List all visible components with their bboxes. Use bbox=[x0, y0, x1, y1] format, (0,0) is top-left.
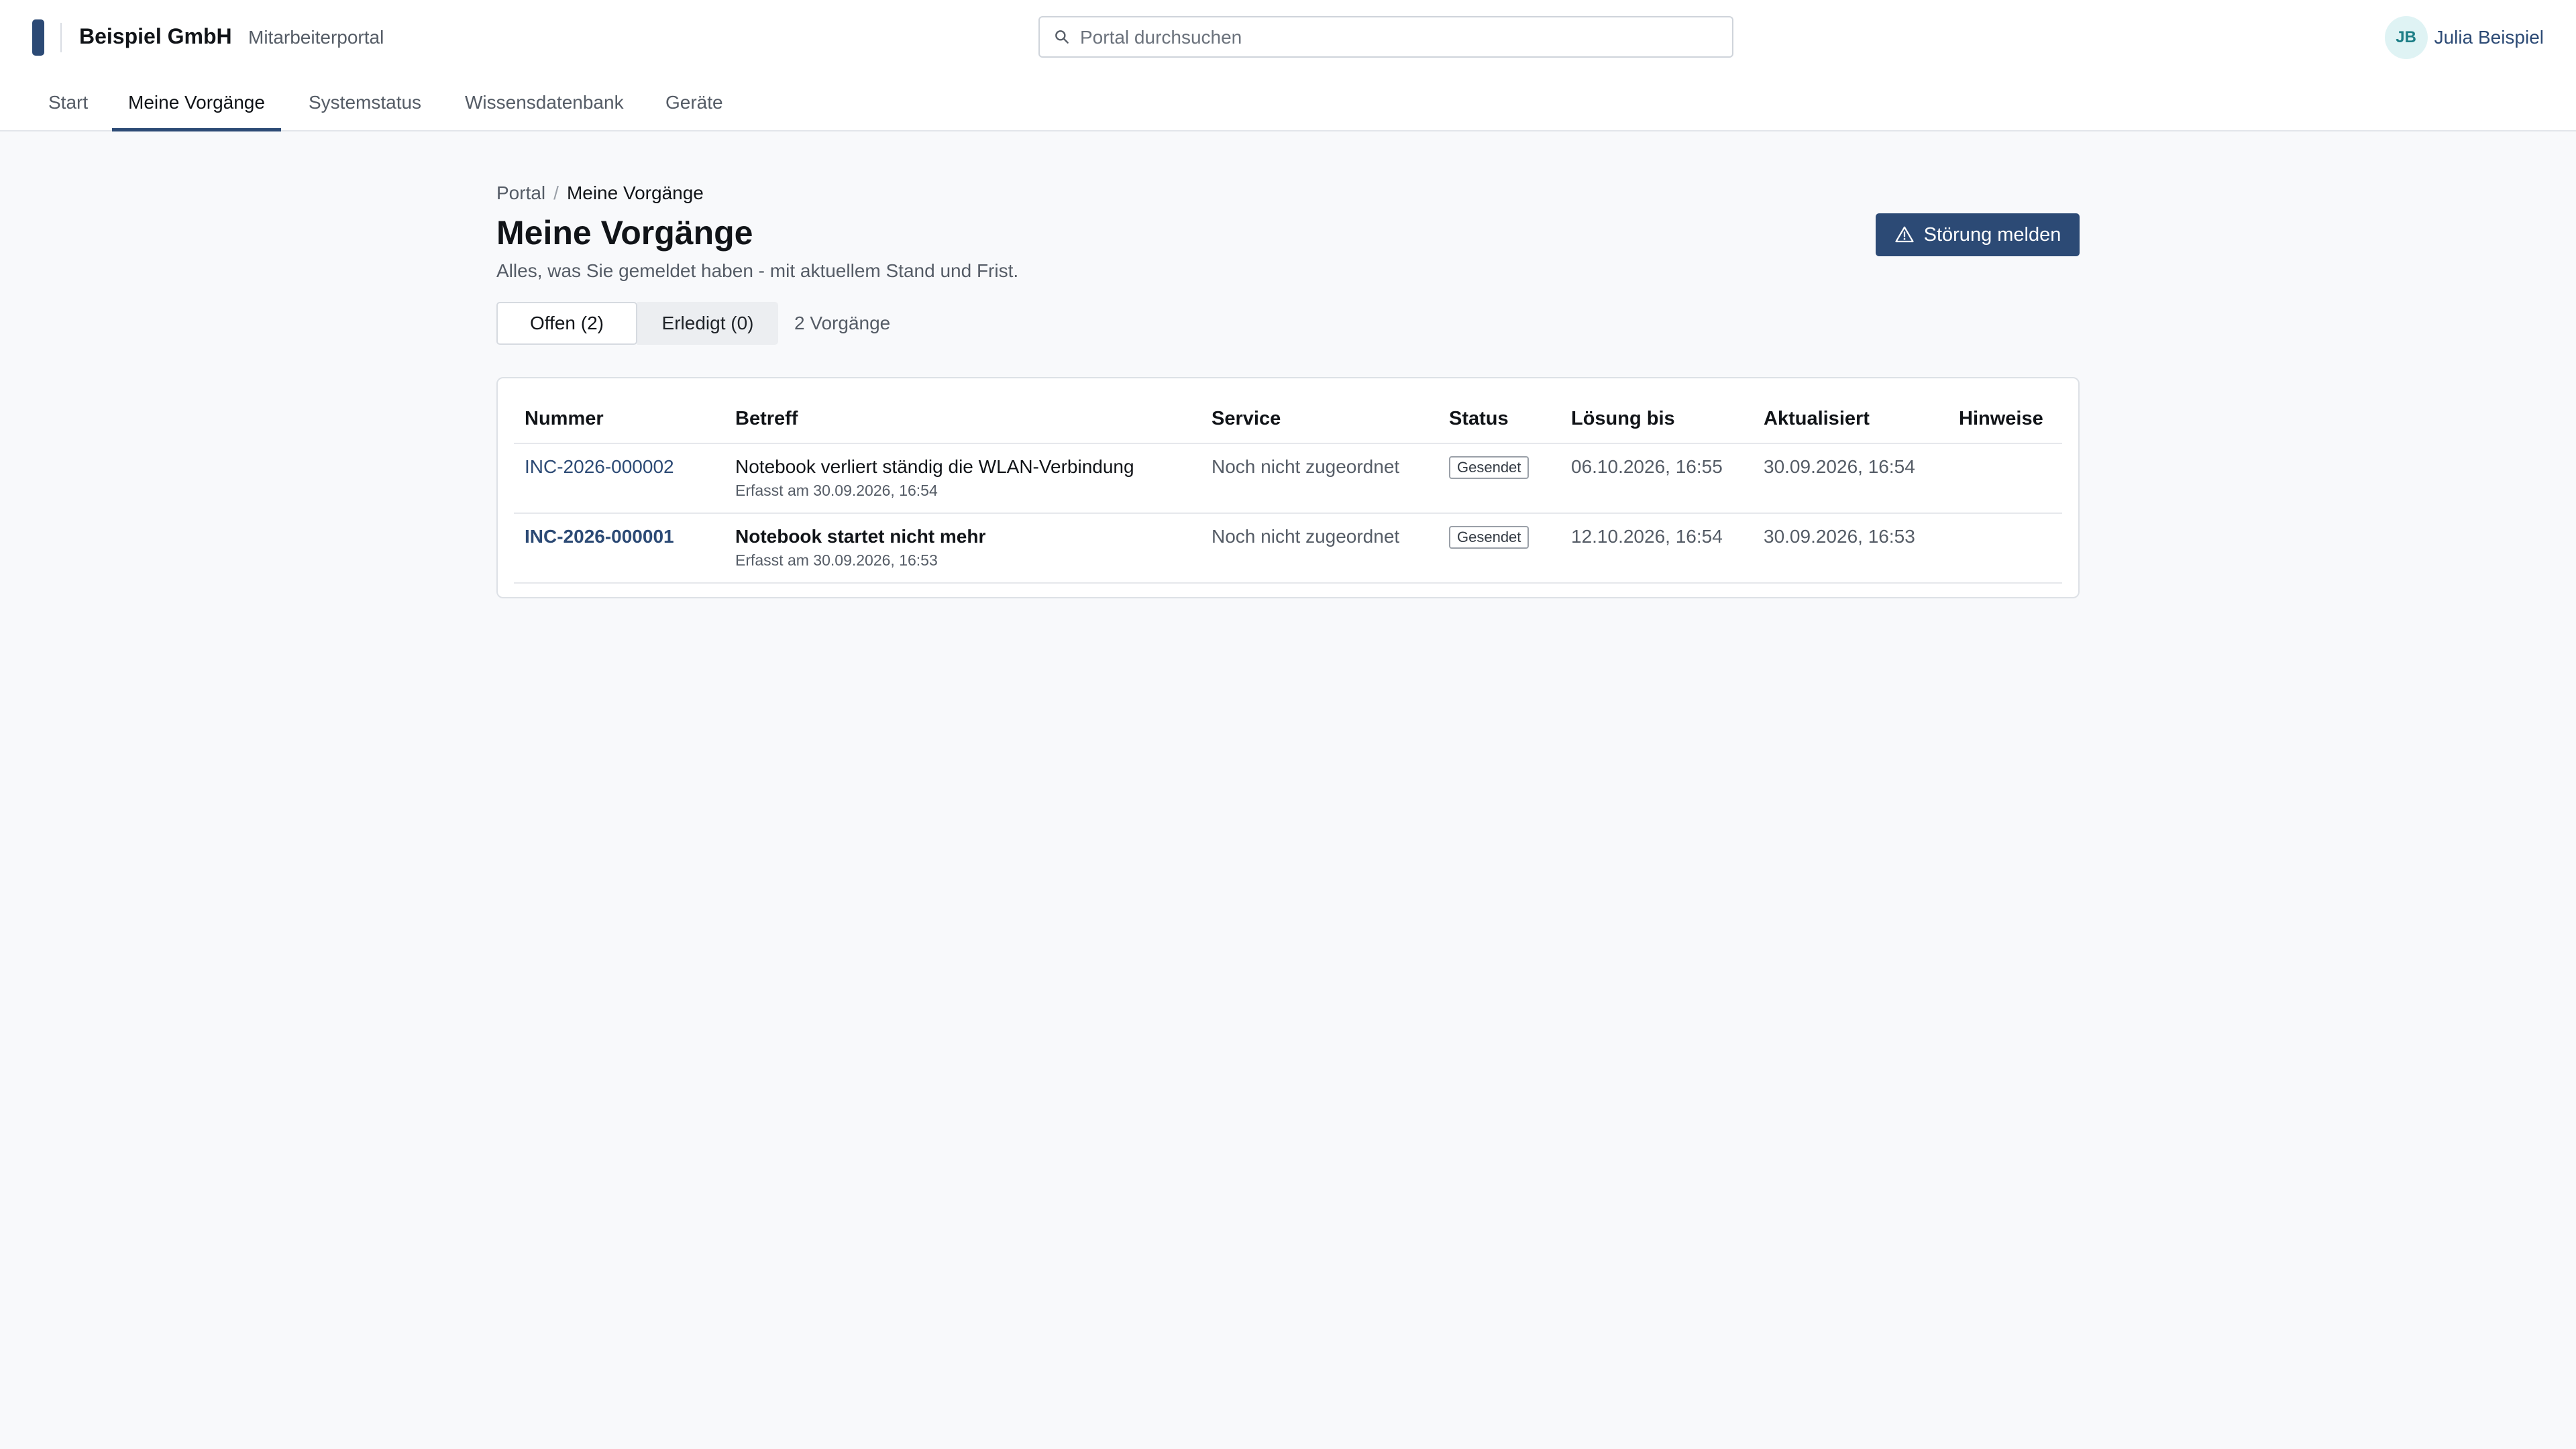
nav-item-systemstatus[interactable]: Systemstatus bbox=[309, 75, 421, 130]
breadcrumb-root[interactable]: Portal bbox=[496, 182, 545, 203]
column-header-loesung-bis[interactable]: Lösung bis bbox=[1571, 408, 1675, 430]
avatar[interactable]: JB bbox=[2384, 16, 2428, 59]
status-badge: Gesendet bbox=[1449, 456, 1529, 479]
nav-item-meine-vorgaenge[interactable]: Meine Vorgänge bbox=[112, 75, 281, 131]
nav-item-start[interactable]: Start bbox=[48, 75, 88, 130]
tab-done[interactable]: Erledigt (0) bbox=[637, 302, 778, 345]
user-menu[interactable]: JB Julia Beispiel bbox=[2384, 16, 2544, 59]
brand-divider bbox=[60, 23, 62, 52]
portal-name: Mitarbeiterportal bbox=[248, 27, 384, 48]
column-header-status[interactable]: Status bbox=[1449, 408, 1509, 430]
company-name[interactable]: Beispiel GmbH bbox=[79, 24, 232, 49]
warning-icon bbox=[1895, 226, 1914, 243]
table-row[interactable]: INC-2026-000001 Notebook startet nicht m… bbox=[498, 514, 2078, 582]
ticket-service: Noch nicht zugeordnet bbox=[1212, 526, 1400, 547]
ticket-updated: 30.09.2026, 16:54 bbox=[1764, 456, 1915, 477]
ticket-number-link[interactable]: INC-2026-000001 bbox=[525, 526, 674, 547]
ticket-count: 2 Vorgänge bbox=[794, 313, 891, 333]
ticket-due: 06.10.2026, 16:55 bbox=[1571, 456, 1723, 477]
status-tabs: Offen (2) Erledigt (0) 2 Vorgänge bbox=[496, 302, 890, 345]
column-header-betreff[interactable]: Betreff bbox=[735, 408, 798, 430]
report-button-label: Störung melden bbox=[1923, 223, 2061, 246]
ticket-number-link[interactable]: INC-2026-000002 bbox=[525, 456, 674, 478]
ticket-due: 12.10.2026, 16:54 bbox=[1571, 526, 1723, 547]
ticket-created: Erfasst am 30.09.2026, 16:53 bbox=[735, 551, 938, 569]
ticket-subject[interactable]: Notebook startet nicht mehr bbox=[735, 526, 985, 547]
top-header: Beispiel GmbH Mitarbeiterportal JB Julia… bbox=[0, 0, 2576, 76]
ticket-updated: 30.09.2026, 16:53 bbox=[1764, 526, 1915, 547]
row-divider bbox=[514, 582, 2062, 584]
nav-item-geraete[interactable]: Geräte bbox=[665, 75, 723, 130]
nav-item-wissensdatenbank[interactable]: Wissensdatenbank bbox=[465, 75, 624, 130]
ticket-service: Noch nicht zugeordnet bbox=[1212, 456, 1400, 477]
status-badge: Gesendet bbox=[1449, 526, 1529, 549]
page-title: Meine Vorgänge bbox=[496, 214, 753, 252]
main-nav: Start Meine Vorgänge Systemstatus Wissen… bbox=[0, 75, 2576, 131]
report-incident-button[interactable]: Störung melden bbox=[1876, 213, 2080, 256]
breadcrumb: Portal / Meine Vorgänge bbox=[496, 182, 704, 204]
breadcrumb-current: Meine Vorgänge bbox=[566, 182, 704, 203]
user-name[interactable]: Julia Beispiel bbox=[2434, 27, 2544, 48]
breadcrumb-separator: / bbox=[553, 182, 559, 203]
brand-logo-mark bbox=[32, 19, 44, 56]
column-header-hinweise[interactable]: Hinweise bbox=[1959, 408, 2043, 430]
search-icon bbox=[1055, 30, 1069, 44]
tickets-table: Nummer Betreff Service Status Lösung bis… bbox=[496, 377, 2080, 598]
ticket-subject[interactable]: Notebook verliert ständig die WLAN-Verbi… bbox=[735, 456, 1134, 478]
column-header-nummer[interactable]: Nummer bbox=[525, 408, 604, 430]
page-subtitle: Alles, was Sie gemeldet haben - mit aktu… bbox=[496, 260, 1019, 281]
column-header-service[interactable]: Service bbox=[1212, 408, 1281, 430]
table-row[interactable]: INC-2026-000002 Notebook verliert ständi… bbox=[498, 444, 2078, 513]
ticket-created: Erfasst am 30.09.2026, 16:54 bbox=[735, 482, 938, 499]
search-input[interactable] bbox=[1079, 17, 1719, 58]
search-box[interactable] bbox=[1038, 16, 1733, 58]
tab-open[interactable]: Offen (2) bbox=[496, 302, 637, 345]
column-header-aktualisiert[interactable]: Aktualisiert bbox=[1764, 408, 1870, 430]
